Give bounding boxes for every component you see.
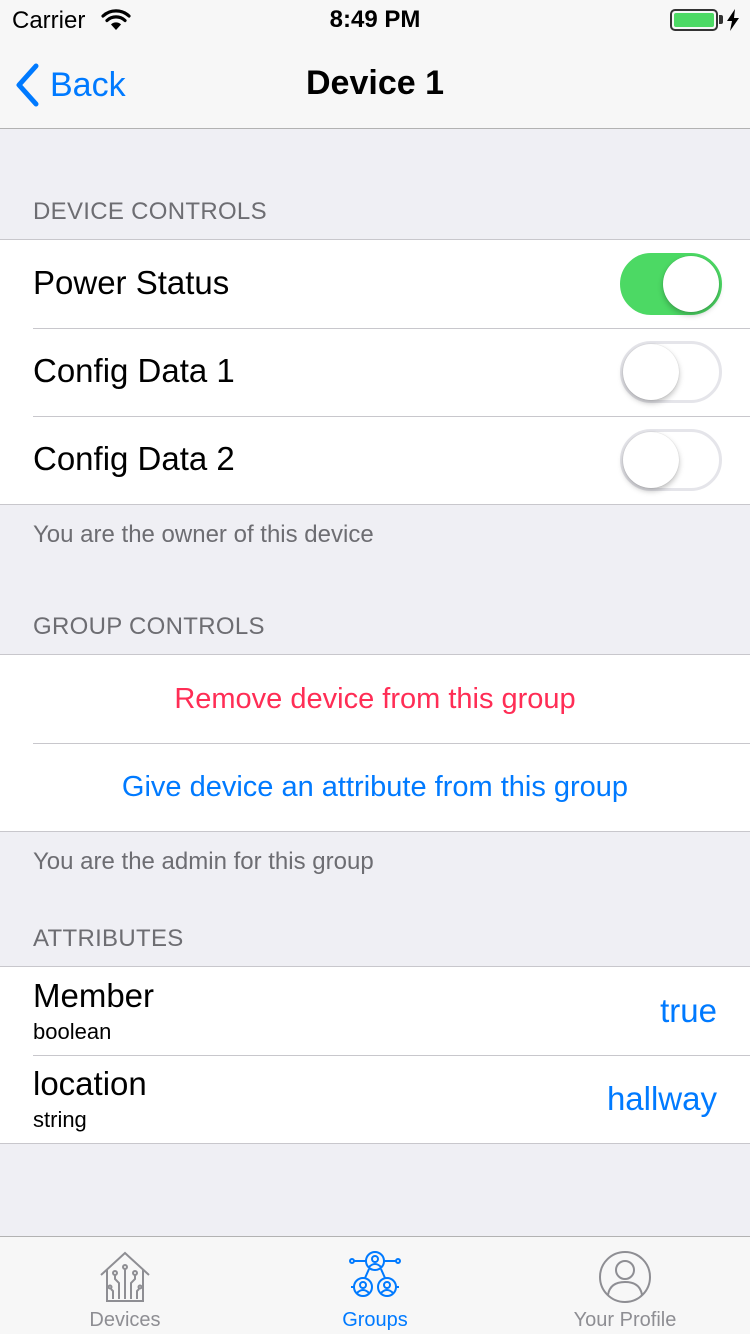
config-data-2-label: Config Data 2 (33, 440, 235, 477)
tab-bar: Devices Groups Your Profile (0, 1236, 750, 1334)
device-controls-header: DEVICE CONTROLS (33, 198, 267, 225)
power-status-row: Power Status (0, 240, 750, 328)
attribute-value: hallway (606, 1080, 717, 1117)
device-controls-footer: You are the owner of this device (33, 521, 374, 548)
charging-bolt-icon (727, 9, 739, 31)
attribute-value: true (660, 992, 717, 1029)
group-controls-header: GROUP CONTROLS (33, 613, 265, 640)
battery-cap (719, 15, 723, 24)
remove-device-button[interactable]: Remove device from this group (0, 655, 750, 743)
toggle-knob (623, 432, 679, 488)
power-status-toggle[interactable] (620, 253, 722, 315)
page-title: Device 1 (306, 64, 444, 102)
group-controls-group: Remove device from this group Give devic… (0, 654, 750, 832)
attribute-type: string (33, 1107, 87, 1132)
toggle-knob (663, 256, 719, 312)
config-data-2-row: Config Data 2 (0, 416, 750, 504)
navigation-bar: Back Device 1 (0, 40, 750, 129)
tab-your-profile[interactable]: Your Profile (500, 1237, 750, 1334)
device-controls-group: Power Status Config Data 1 Config Data 2 (0, 239, 750, 505)
battery-icon (670, 9, 718, 31)
house-circuit-icon (100, 1251, 150, 1302)
config-data-1-label: Config Data 1 (33, 352, 235, 389)
tab-label: Devices (89, 1309, 161, 1331)
config-data-2-toggle[interactable] (620, 429, 722, 491)
attribute-name: Member (33, 977, 155, 1014)
tab-label: Your Profile (573, 1309, 677, 1331)
tab-label: Groups (342, 1309, 408, 1331)
give-attribute-button[interactable]: Give device an attribute from this group (0, 743, 750, 831)
attribute-row[interactable]: location string hallway (0, 1055, 750, 1143)
attributes-header: ATTRIBUTES (33, 925, 184, 952)
tab-devices[interactable]: Devices (0, 1237, 250, 1334)
status-bar: Carrier 8:49 PM (0, 0, 750, 40)
toggle-knob (623, 344, 679, 400)
tab-groups[interactable]: Groups (250, 1237, 500, 1334)
power-status-label: Power Status (33, 264, 230, 301)
clock: 8:49 PM (329, 6, 421, 33)
config-data-1-toggle[interactable] (620, 341, 722, 403)
group-controls-footer: You are the admin for this group (33, 848, 374, 875)
attribute-name: location (33, 1065, 147, 1102)
attributes-group: Member boolean true location string hall… (0, 966, 750, 1144)
attribute-type: boolean (33, 1019, 112, 1044)
config-data-1-row: Config Data 1 (0, 328, 750, 416)
profile-icon (599, 1251, 651, 1303)
attribute-row[interactable]: Member boolean true (0, 967, 750, 1055)
group-people-icon (349, 1251, 401, 1297)
